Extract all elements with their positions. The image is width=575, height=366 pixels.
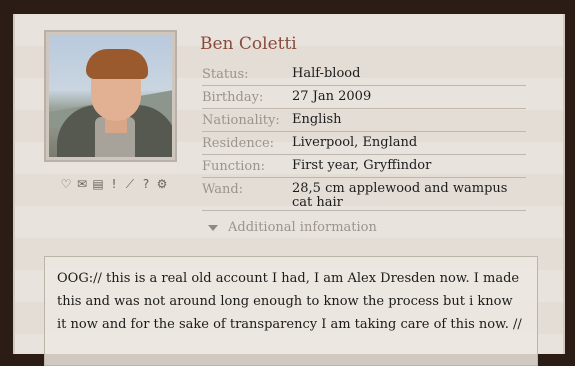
- field-label: Birthday:: [202, 90, 264, 105]
- caret-down-icon: [208, 224, 218, 231]
- field-wand: Wand: 28,5 cm applewood and wampus cat h…: [202, 180, 526, 211]
- additional-info-label: Additional information: [228, 220, 377, 235]
- field-label: Wand:: [202, 182, 244, 197]
- additional-info-toggle[interactable]: Additional information: [208, 220, 377, 235]
- field-residence: Residence: Liverpool, England: [202, 134, 526, 155]
- mail-icon[interactable]: ✉: [75, 177, 89, 191]
- field-label: Function:: [202, 159, 266, 174]
- chart-icon[interactable]: ⟋: [123, 177, 137, 191]
- question-icon[interactable]: ?: [139, 177, 153, 191]
- field-label: Residence:: [202, 136, 275, 151]
- field-value: Liverpool, England: [292, 135, 418, 150]
- field-value: Half-blood: [292, 66, 361, 81]
- field-label: Status:: [202, 67, 249, 82]
- character-name: Ben Coletti: [200, 34, 297, 54]
- field-birthday: Birthday: 27 Jan 2009: [202, 88, 526, 109]
- profile-card: ♡ ✉ ▤ ! ⟋ ? ⚙ Ben Coletti Status: Half-b…: [13, 14, 565, 366]
- profile-fields: Status: Half-blood Birthday: 27 Jan 2009…: [202, 65, 526, 213]
- profile-actions: ♡ ✉ ▤ ! ⟋ ? ⚙: [59, 177, 169, 191]
- field-value: 28,5 cm applewood and wampus cat hair: [292, 181, 508, 210]
- exclamation-icon[interactable]: !: [107, 177, 121, 191]
- gear-icon[interactable]: ⚙: [155, 177, 169, 191]
- field-function: Function: First year, Gryffindor: [202, 157, 526, 178]
- avatar-frame: [44, 30, 177, 162]
- avatar[interactable]: [49, 35, 172, 157]
- field-value: English: [292, 112, 342, 127]
- heart-icon[interactable]: ♡: [59, 177, 73, 191]
- field-label: Nationality:: [202, 113, 280, 128]
- field-value: First year, Gryffindor: [292, 158, 432, 173]
- list-icon[interactable]: ▤: [91, 177, 105, 191]
- field-nationality: Nationality: English: [202, 111, 526, 132]
- field-status: Status: Half-blood: [202, 65, 526, 86]
- ooc-note: OOG:// this is a real old account I had,…: [44, 256, 538, 366]
- field-value: 27 Jan 2009: [292, 89, 372, 104]
